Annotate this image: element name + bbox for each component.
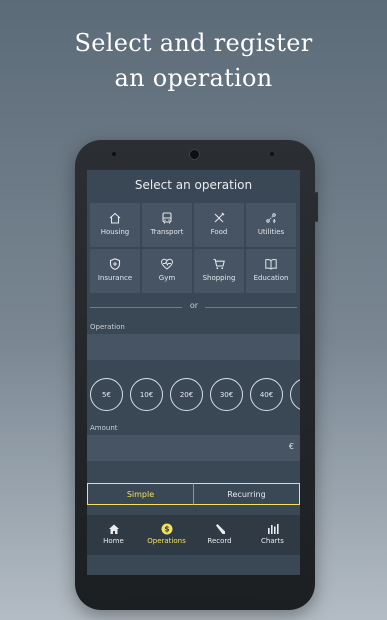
shield-plus-icon xyxy=(109,258,121,270)
or-divider: or xyxy=(87,301,300,313)
proximity-sensor xyxy=(112,152,116,156)
bus-icon xyxy=(162,212,172,224)
page-title: Select an operation xyxy=(134,178,253,192)
nav-label: Record xyxy=(207,537,232,545)
fork-knife-icon xyxy=(214,212,225,223)
utilities-icon xyxy=(266,213,276,224)
light-sensor xyxy=(270,152,274,156)
tab-simple[interactable]: Simple xyxy=(87,483,194,505)
category-label: Shopping xyxy=(202,274,236,282)
phone-frame: Select an operation Housing Transport Fo… xyxy=(75,140,318,610)
heart-pulse-icon xyxy=(160,258,174,270)
home-icon xyxy=(108,524,119,534)
amount-chip[interactable]: 10€ xyxy=(130,378,163,411)
amount-chip[interactable]: 30€ xyxy=(210,378,243,411)
amount-label: Amount xyxy=(90,424,118,432)
app-screen: Select an operation Housing Transport Fo… xyxy=(87,170,300,575)
operation-label: Operation xyxy=(90,323,125,331)
house-icon xyxy=(109,212,121,224)
category-label: Food xyxy=(210,228,228,236)
category-label: Housing xyxy=(100,228,130,236)
coin-icon: $ xyxy=(161,523,172,535)
nav-label: Home xyxy=(103,537,124,545)
category-label: Utilities xyxy=(257,228,285,236)
category-housing[interactable]: Housing xyxy=(90,203,140,247)
operation-input[interactable] xyxy=(87,334,300,360)
category-label: Insurance xyxy=(97,274,133,282)
nav-item-operations[interactable]: $ Operations xyxy=(140,515,193,555)
amount-chip[interactable]: 20€ xyxy=(170,378,203,411)
power-button xyxy=(315,192,318,222)
category-insurance[interactable]: Insurance xyxy=(90,249,140,293)
amount-chip[interactable]: 40€ xyxy=(250,378,283,411)
category-gym[interactable]: Gym xyxy=(142,249,192,293)
svg-text:$: $ xyxy=(164,525,169,534)
category-label: Gym xyxy=(158,274,176,282)
pencil-icon xyxy=(215,524,225,534)
amount-presets[interactable]: 5€ 10€ 20€ 30€ 40€ 5 xyxy=(87,375,300,417)
nav-item-record[interactable]: Record xyxy=(193,515,246,555)
bars-icon xyxy=(267,524,279,534)
category-education[interactable]: Education xyxy=(246,249,296,293)
category-label: Education xyxy=(253,274,289,282)
divider-line xyxy=(205,307,297,308)
divider-line xyxy=(90,307,182,308)
promo-caption: Select and register an operation xyxy=(0,26,387,96)
amount-input[interactable]: € xyxy=(87,435,300,461)
operation-type-toggle: Simple Recurring xyxy=(87,483,300,505)
front-camera-icon xyxy=(189,149,200,160)
amount-chip[interactable]: 5 xyxy=(290,378,300,411)
cart-icon xyxy=(213,258,225,270)
amount-chip[interactable]: 5€ xyxy=(90,378,123,411)
category-shopping[interactable]: Shopping xyxy=(194,249,244,293)
category-label: Transport xyxy=(150,228,184,236)
book-icon xyxy=(265,259,277,270)
category-food[interactable]: Food xyxy=(194,203,244,247)
bottom-navigation: Home $ Operations Record Charts xyxy=(87,515,300,555)
promo-line-2: an operation xyxy=(114,64,273,92)
nav-item-home[interactable]: Home xyxy=(87,515,140,555)
nav-label: Charts xyxy=(261,537,284,545)
tab-recurring[interactable]: Recurring xyxy=(193,483,300,505)
or-label: or xyxy=(189,301,199,310)
nav-item-charts[interactable]: Charts xyxy=(246,515,299,555)
category-utilities[interactable]: Utilities xyxy=(246,203,296,247)
nav-label: Operations xyxy=(147,537,186,545)
category-transport[interactable]: Transport xyxy=(142,203,192,247)
promo-line-1: Select and register xyxy=(74,29,313,57)
currency-symbol: € xyxy=(288,442,294,451)
